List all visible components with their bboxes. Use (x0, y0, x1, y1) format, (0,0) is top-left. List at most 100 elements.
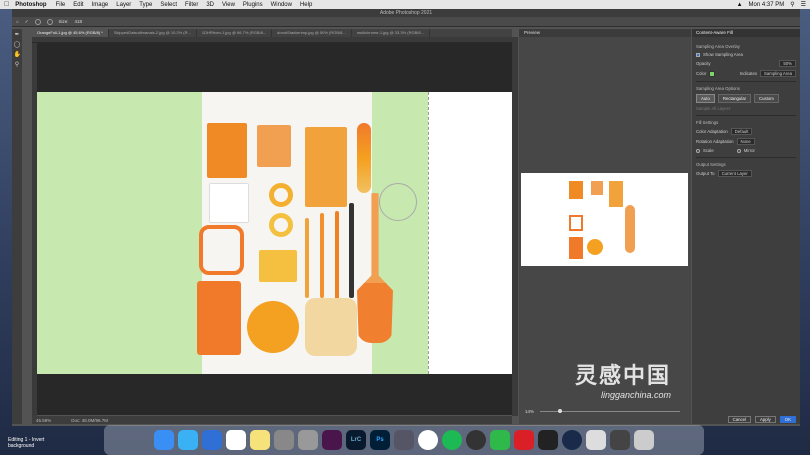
product-cookie-cutter (199, 225, 244, 275)
menu-edit[interactable]: Edit (73, 2, 83, 8)
indicates-label: Indicates (739, 71, 758, 76)
lasso-icon[interactable]: ◯ (14, 42, 21, 49)
scale-label: Scale (703, 148, 714, 153)
opacity-field[interactable]: 50% (779, 60, 796, 67)
mirror-checkbox[interactable] (736, 148, 741, 153)
menu-file[interactable]: File (56, 2, 66, 8)
menu-image[interactable]: Image (92, 2, 109, 8)
show-sampling-checkbox[interactable] (696, 52, 700, 57)
dock-photoshop[interactable]: Ps (370, 430, 390, 450)
menu-view[interactable]: View (222, 2, 235, 8)
menu-bar:  Photoshop File Edit Image Layer Type S… (0, 0, 810, 9)
overlay-color-swatch[interactable] (709, 70, 716, 77)
canvas[interactable] (37, 43, 512, 415)
app-menu[interactable]: Photoshop (15, 2, 46, 8)
color-adaptation-select[interactable]: Default (730, 128, 753, 135)
preview-zoom-bar: 14% (519, 405, 691, 417)
product-caramel (209, 183, 249, 223)
tab-doc-2[interactable]: SkippedDatsutilmanals-2.jpg @ 10.2% (R..… (109, 29, 197, 37)
rotation-adaptation-select[interactable]: None (736, 138, 755, 145)
brush-icon[interactable]: ✒ (14, 32, 21, 39)
expanded-canvas-area (428, 92, 512, 374)
dock-calendar[interactable] (226, 430, 246, 450)
add-mode-icon[interactable] (34, 18, 41, 25)
product-orange (247, 301, 299, 353)
custom-button[interactable]: Custom (754, 94, 779, 103)
dock-keynote[interactable] (274, 430, 294, 450)
dock-notes[interactable] (250, 430, 270, 450)
apply-button[interactable]: Apply (755, 415, 776, 423)
preview-zoom[interactable]: 14% (525, 409, 534, 414)
dock-settings[interactable] (298, 430, 318, 450)
preview-product-1 (569, 181, 583, 199)
apple-icon[interactable]:  (4, 1, 9, 8)
zoom-level[interactable]: 45.59% (36, 418, 51, 423)
dock-spotify[interactable] (442, 430, 462, 450)
tab-doc-4[interactable]: donutStackerimp.jpg @ 50% (RGB/8... (272, 29, 352, 37)
menu-select[interactable]: Select (160, 2, 177, 8)
brush-tool-icon[interactable]: ✓ (25, 19, 29, 25)
clock[interactable]: Mon 4:37 PM (749, 2, 785, 8)
dock-preview[interactable] (586, 430, 606, 450)
dock-app[interactable] (394, 430, 414, 450)
tab-doc-3[interactable]: 1DHRfrom-1.jpg @ 66.7% (RGB/8... (197, 29, 273, 37)
dock-folder[interactable] (610, 430, 630, 450)
doc-size[interactable]: Doc: 48.0M/96.7M (71, 418, 108, 423)
menu-type[interactable]: Type (139, 2, 152, 8)
wifi-icon[interactable]: ▲ (737, 2, 743, 8)
menu-help[interactable]: Help (300, 2, 312, 8)
vertical-scrollbar[interactable] (512, 37, 518, 416)
caf-actions: Cancel Apply OK (692, 414, 800, 424)
home-icon[interactable]: ⌂ (16, 19, 19, 24)
dock-slack[interactable] (322, 430, 342, 450)
ok-button[interactable]: OK (779, 415, 796, 423)
menu-3d[interactable]: 3D (206, 2, 214, 8)
watermark-en: lingganchina.com (600, 390, 672, 400)
product-lollipops (357, 123, 371, 193)
color-label: Color (696, 71, 707, 76)
dock-tasks[interactable] (202, 430, 222, 450)
dock-trash[interactable] (634, 430, 654, 450)
tab-doc-5[interactable]: multichrome-1.jpg @ 33.3% (RGB/8... (352, 29, 430, 37)
dock-messages[interactable] (178, 430, 198, 450)
menu-layer[interactable]: Layer (116, 2, 131, 8)
window-title: Adobe Photoshop 2021 (12, 9, 800, 17)
overlay-section-header[interactable]: Sampling Area Overlay (696, 44, 796, 49)
zoom-icon[interactable]: ⚲ (14, 62, 21, 69)
dock-lightroom[interactable]: LrC (346, 430, 366, 450)
cancel-button[interactable]: Cancel (727, 415, 752, 423)
zoom-slider[interactable] (540, 408, 681, 413)
product-pencil-1 (305, 218, 309, 298)
menu-filter[interactable]: Filter (185, 2, 198, 8)
dock-quicktime[interactable] (466, 430, 486, 450)
scale-checkbox[interactable] (696, 148, 700, 153)
size-value[interactable]: 418 (75, 19, 83, 24)
dock-facetime[interactable] (490, 430, 510, 450)
product-candy-bag (305, 298, 357, 356)
dock-finder[interactable] (154, 430, 174, 450)
dock-chrome[interactable] (418, 430, 438, 450)
output-section-header[interactable]: Output Settings (696, 162, 796, 167)
dock-motion[interactable] (538, 430, 558, 450)
control-center-icon[interactable]: ☰ (801, 1, 806, 8)
sample-all-layers-label[interactable]: Sample All Layers (696, 106, 730, 111)
menu-window[interactable]: Window (271, 2, 292, 8)
search-icon[interactable]: ⚲ (790, 1, 794, 8)
dock-creative-cloud[interactable] (514, 430, 534, 450)
menu-plugins[interactable]: Plugins (243, 2, 263, 8)
rectangular-button[interactable]: Rectangular (717, 94, 752, 103)
output-to-select[interactable]: Current Layer (717, 170, 752, 177)
tab-orangefull[interactable]: OrangeFull-1.jpg @ 45.6% (RGB/8) * (32, 29, 109, 37)
fill-section-header[interactable]: Fill Settings (696, 120, 796, 125)
dock-1password[interactable] (562, 430, 582, 450)
photoshop-window: Adobe Photoshop 2021 ⌂ ✓ Size: 418 ✒ ◯ ✋… (12, 9, 800, 426)
product-tape-2 (269, 213, 293, 237)
zoom-slider-knob[interactable] (558, 408, 563, 413)
product-gum (259, 250, 297, 282)
options-section-header[interactable]: Sampling Area Options (696, 86, 796, 91)
subtract-mode-icon[interactable] (46, 18, 53, 25)
indicates-select[interactable]: Sampling Area (760, 70, 796, 77)
hand-icon[interactable]: ✋ (14, 52, 21, 59)
dock: LrC Ps (104, 425, 704, 455)
auto-button[interactable]: Auto (696, 94, 715, 103)
